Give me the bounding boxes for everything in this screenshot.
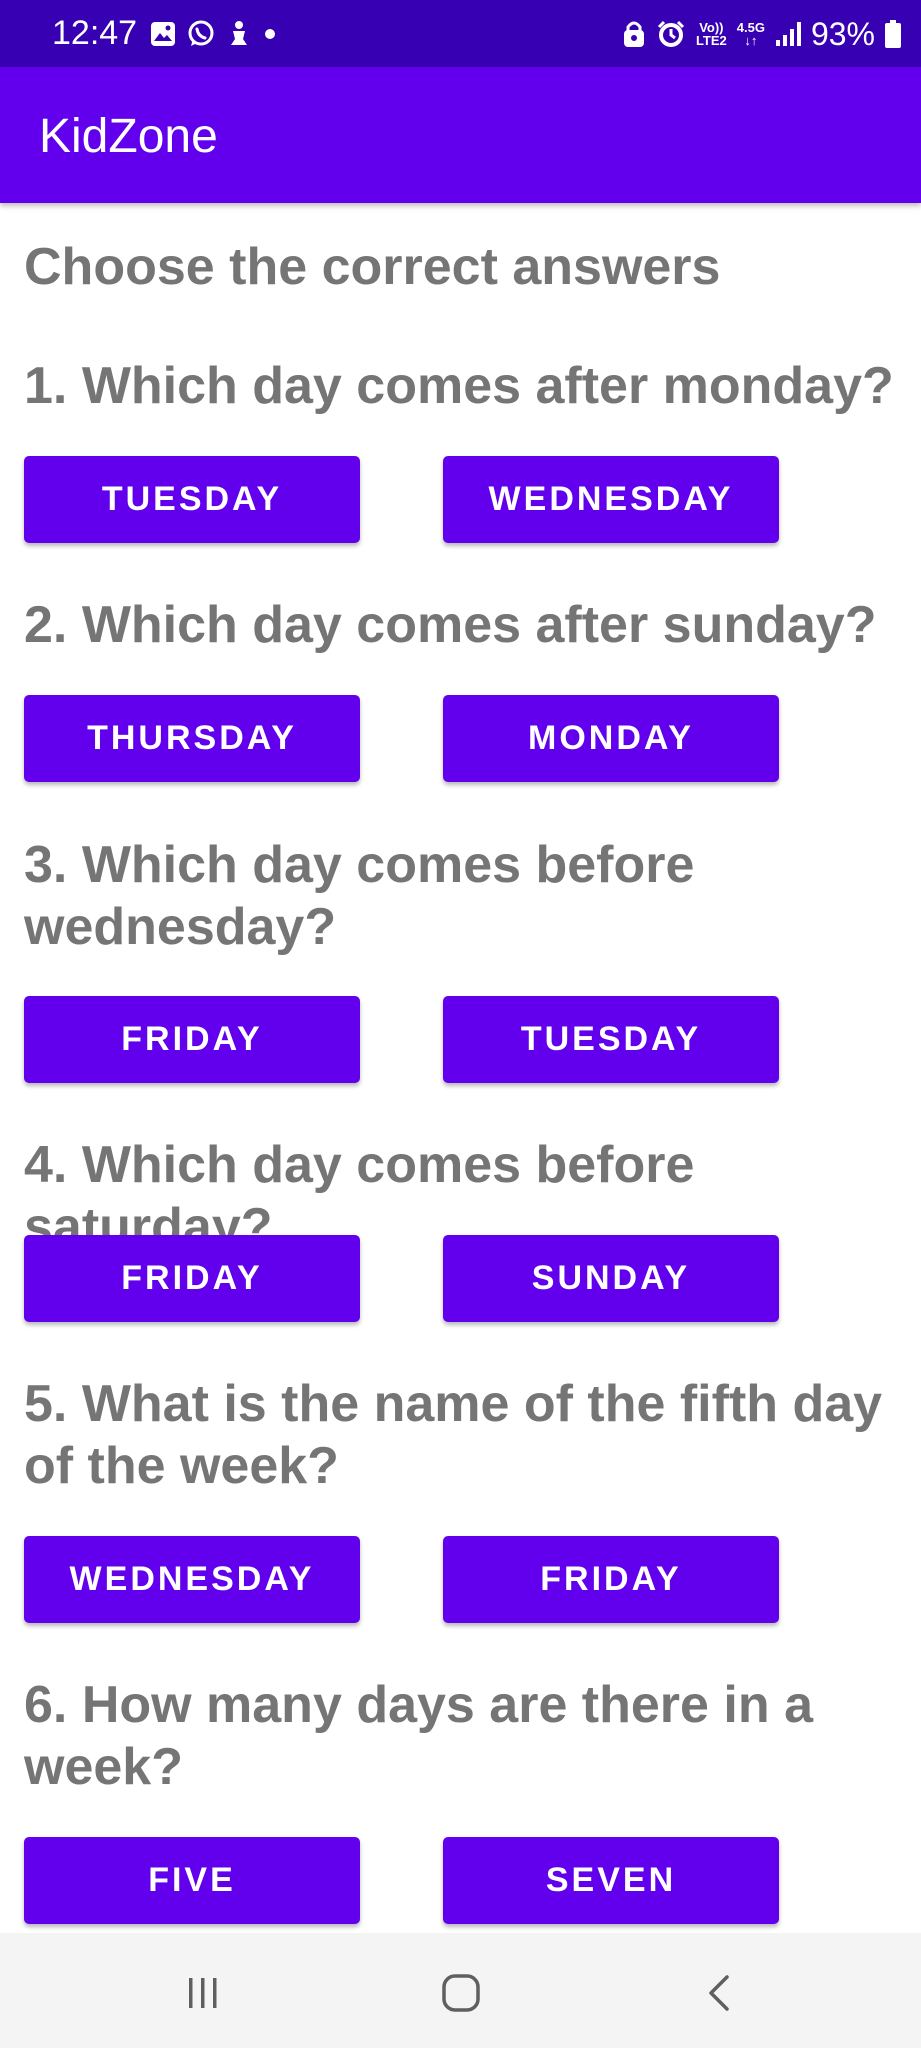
q6-option-1-button[interactable]: FIVE	[24, 1837, 360, 1924]
status-icons-right: Vo)) LTE2 4.5G ↓↑ 93%	[622, 14, 901, 54]
q1-option-1-button[interactable]: TUESDAY	[24, 456, 360, 543]
whatsapp-icon	[188, 20, 214, 46]
question-5-text: 5. What is the name of the fifth day of …	[24, 1375, 883, 1495]
status-time: 12:47	[52, 14, 138, 52]
recents-button[interactable]	[163, 1963, 243, 2023]
home-icon	[442, 1974, 480, 2012]
status-icons-left	[150, 18, 278, 50]
question-3-text: 3. Which day comes before wednesday?	[24, 836, 695, 956]
question-6-text: 6. How many days are there in a week?	[24, 1676, 813, 1796]
question-1-text: 1. Which day comes after monday?	[24, 357, 894, 415]
battery-icon	[885, 20, 901, 48]
back-button[interactable]	[679, 1963, 759, 2023]
q3-option-2-button[interactable]: TUESDAY	[443, 996, 779, 1083]
network-speed: 4.5G ↓↑	[737, 21, 765, 47]
notification-icon	[231, 21, 247, 45]
recents-icon	[189, 1978, 217, 2008]
quiz-content[interactable]: Choose the correct answers 1. Which day …	[0, 203, 921, 1933]
data-arrows-icon: ↓↑	[744, 33, 758, 48]
gallery-icon	[151, 22, 175, 46]
q5-option-2-button[interactable]: FRIDAY	[443, 1536, 779, 1623]
page-heading: Choose the correct answers	[24, 238, 721, 296]
dot-icon	[265, 29, 275, 39]
q1-option-2-button[interactable]: WEDNESDAY	[443, 456, 779, 543]
q4-option-1-button[interactable]: FRIDAY	[24, 1235, 360, 1322]
status-bar: 12:47 Vo)) LTE2 4.5G ↓↑ 93%	[0, 0, 921, 67]
q6-option-2-button[interactable]: SEVEN	[443, 1837, 779, 1924]
navigation-bar	[0, 1933, 921, 2048]
network-type: Vo)) LTE2	[696, 21, 727, 47]
q2-option-2-button[interactable]: MONDAY	[443, 695, 779, 782]
home-button[interactable]	[421, 1963, 501, 2023]
q5-option-1-button[interactable]: WEDNESDAY	[24, 1536, 360, 1623]
network-line2: LTE2	[695, 33, 727, 48]
back-icon	[709, 1975, 729, 2011]
alarm-icon	[657, 20, 684, 47]
battery-percent: 93%	[810, 16, 875, 52]
q4-option-2-button[interactable]: SUNDAY	[443, 1235, 779, 1322]
app-title: KidZone	[39, 110, 218, 163]
q3-option-1-button[interactable]: FRIDAY	[24, 996, 360, 1083]
app-bar: KidZone	[0, 67, 921, 203]
question-2-text: 2. Which day comes after sunday?	[24, 596, 877, 654]
signal-icon	[775, 22, 801, 46]
q2-option-1-button[interactable]: THURSDAY	[24, 695, 360, 782]
lock-icon	[623, 21, 644, 47]
